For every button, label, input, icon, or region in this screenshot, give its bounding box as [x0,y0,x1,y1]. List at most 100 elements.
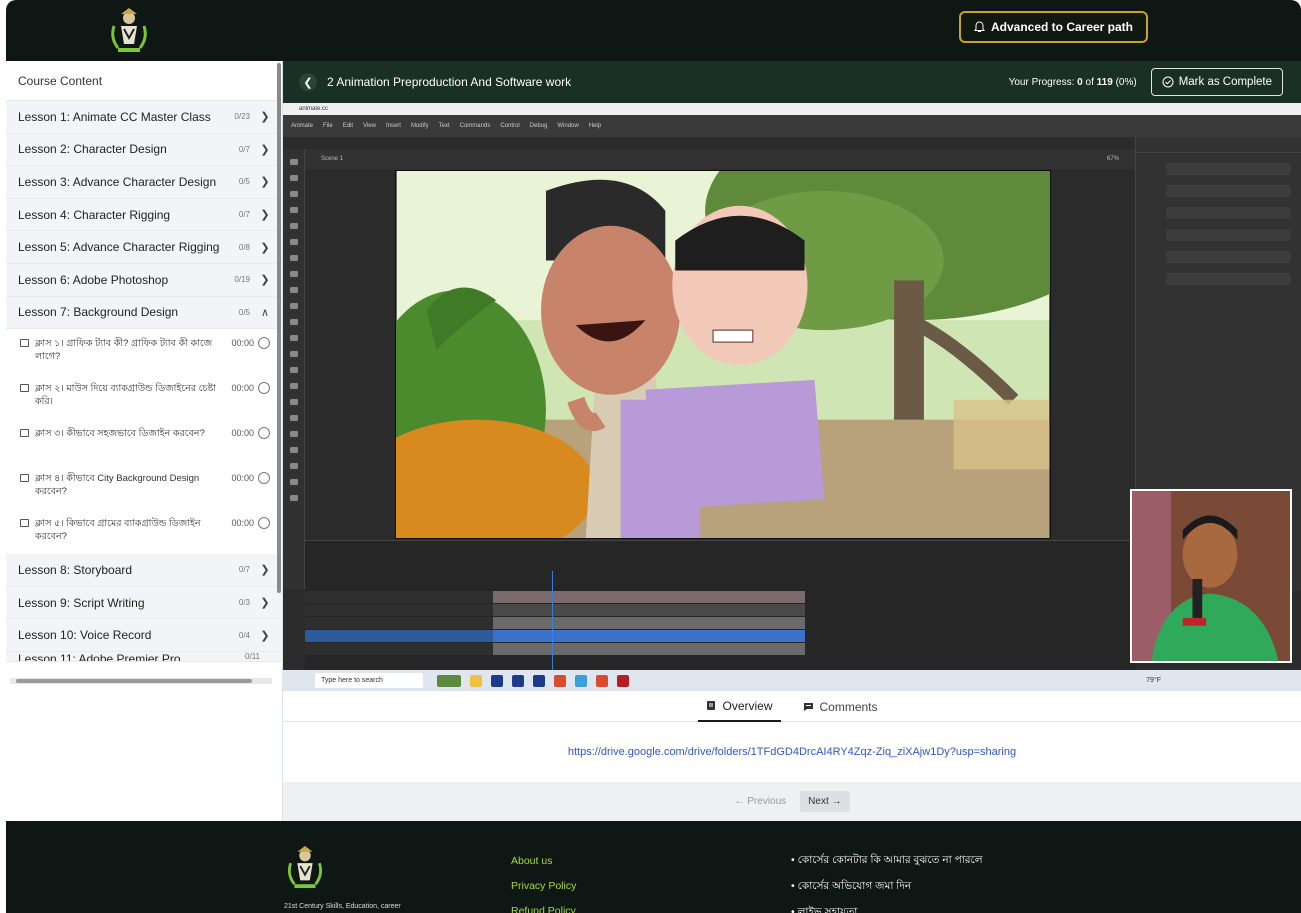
lesson-count: 0/4 [238,630,250,640]
top-header: Advanced to Career path [6,0,1301,61]
chevron-right-icon: ❯ [260,209,270,222]
recorded-scene-bar: Scene 1 67% [305,149,1135,169]
class-time: 00:00 [231,473,254,484]
lesson-item[interactable]: Lesson 2: Character Design 0/7 ❯ [6,133,282,167]
menu-item: File [323,123,333,129]
lesson-item[interactable]: Lesson 3: Advance Character Design 0/5 ❯ [6,166,282,199]
class-label: ক্লাস ১। গ্রাফিক ট্যাব কী? গ্রাফিক ট্যাব… [35,338,213,363]
lesson-label: Lesson 2: Character Design [18,142,167,157]
mark-complete-button[interactable]: Mark as Complete [1150,68,1283,96]
taskbar-search: Type here to search [315,673,423,688]
footer-link-privacy[interactable]: Privacy Policy [511,874,576,899]
lesson-label: Lesson 4: Character Rigging [18,207,171,222]
footer-support-item[interactable]: • কোর্সের কোনটার কি আমার বুঝতে না পারলে [791,847,983,873]
progress-percent: (0%) [1115,76,1137,88]
class-time: 00:00 [231,383,254,394]
class-item[interactable]: ক্লাস ৫। কিভাবে গ্রামের ব্যাকগ্রাউন্ড ডি… [6,509,282,555]
lesson-label: Lesson 9: Script Writing [18,595,145,610]
sidebar-scrollbar[interactable] [277,63,281,593]
chevron-right-icon: ❯ [260,176,270,189]
class-item[interactable]: ক্লাস ১। গ্রাফিক ট্যাব কী? গ্রাফিক ট্যাব… [6,329,282,375]
completion-checkbox[interactable] [258,337,270,350]
lesson-count: 0/3 [238,598,250,608]
lesson-item[interactable]: Lesson 11: Adobe Premier Pro 0/11 [6,651,282,662]
tab-overview[interactable]: Overview [698,691,781,722]
overview-content: https://drive.google.com/drive/folders/1… [283,722,1301,782]
content-tabs: Overview Comments [283,691,1301,722]
class-item[interactable]: ক্লাস ৩। কীভাবে সহজভাবে ডিজাইন করবেন? 00:… [6,419,282,465]
footer-link-about[interactable]: About us [511,849,576,874]
progress-text: Your Progress: 0 of 119 (0%) [1009,77,1137,88]
completion-checkbox[interactable] [258,517,270,530]
tab-comments-label: Comments [819,699,878,714]
footer-support-item[interactable]: • কোর্সের অভিযোগ জমা দিন [791,873,983,899]
taskbar-weather: 79°F [1146,677,1161,684]
lesson-item[interactable]: Lesson 10: Voice Record 0/4 ❯ [6,619,282,652]
bell-icon [974,21,985,32]
drive-link[interactable]: https://drive.google.com/drive/folders/1… [568,746,1016,758]
lesson-item[interactable]: Lesson 8: Storyboard 0/7 ❯ [6,554,282,587]
progress-done: 0 [1077,76,1083,88]
back-button[interactable]: ❮ [299,73,317,91]
chevron-right-icon: ❯ [260,274,270,287]
class-item[interactable]: ক্লাস ২। মাউস দিয়ে ব্যাকগ্রাউন্ড ডিজাইন… [6,374,282,420]
footer-tagline: 21st Century Skills, Education, career [284,903,401,910]
chevron-right-icon: ❯ [260,629,270,642]
completion-checkbox[interactable] [258,382,270,395]
course-sidebar: Course Content Lesson 1: Animate CC Mast… [6,61,283,821]
site-footer: 21st Century Skills, Education, career A… [6,821,1301,913]
instructor-webcam-image [1130,489,1292,663]
footer-logo[interactable] [283,841,327,893]
menu-item: Help [588,123,602,129]
chevron-right-icon: ❯ [260,111,270,124]
lesson-label: Lesson 7: Background Design [18,305,179,320]
lesson-item[interactable]: Lesson 4: Character Rigging 0/7 ❯ [6,198,282,232]
lesson-count: 0/19 [234,275,250,285]
class-time: 00:00 [231,518,254,529]
completion-checkbox[interactable] [258,472,270,485]
video-icon [20,429,29,438]
class-label: ক্লাস ২। মাউস দিয়ে ব্যাকগ্রাউন্ড ডিজাইন… [35,383,217,408]
lesson-count: 0/7 [238,144,250,154]
horizontal-scrollbar[interactable] [10,678,272,684]
lesson-count: 0/5 [238,177,250,187]
tab-comments[interactable]: Comments [795,691,886,722]
lesson-label: Lesson 10: Voice Record [18,628,152,643]
menu-item: Window [557,123,579,129]
class-label: ক্লাস ৩। কীভাবে সহজভাবে ডিজাইন করবেন? [35,428,205,440]
academy-logo[interactable] [106,4,152,56]
lesson-navigation: ← Previous Next → [283,782,1301,821]
lesson-label: Lesson 11: Adobe Premier Pro [18,651,181,662]
lesson-item[interactable]: Lesson 9: Script Writing 0/3 ❯ [6,586,282,620]
lesson-count: 0/11 [245,651,260,661]
lesson-label: Lesson 5: Advance Character Rigging [18,240,220,255]
recorded-url-bar: animate.cc [283,103,1301,115]
menu-item: Debug [529,123,548,129]
footer-support-links: • কোর্সের কোনটার কি আমার বুঝতে না পারলে … [791,847,983,913]
lesson-item[interactable]: Lesson 5: Advance Character Rigging 0/8 ❯ [6,231,282,264]
lesson-item[interactable]: Lesson 6: Adobe Photoshop 0/19 ❯ [6,263,282,297]
lesson-label: Lesson 3: Advance Character Design [18,174,217,189]
next-button[interactable]: Next → [800,791,850,812]
class-time: 00:00 [231,338,254,349]
lesson-item-expanded[interactable]: Lesson 7: Background Design 0/5 ∧ [6,296,282,330]
class-label: ক্লাস ৪। কীভাবে City Background Design ক… [35,473,200,498]
footer-links: About us Privacy Policy Refund Policy [511,849,576,913]
menu-item: Edit [342,123,354,129]
check-circle-icon [1162,76,1174,88]
lesson-count: 0/8 [238,242,250,252]
previous-button[interactable]: ← Previous [734,796,786,807]
lesson-item[interactable]: Lesson 1: Animate CC Master Class 0/23 ❯ [6,101,282,134]
career-path-button[interactable]: Advanced to Career path [959,11,1148,43]
footer-support-item[interactable]: • লাইভ সহায়তা [791,899,983,913]
lesson-label: Lesson 6: Adobe Photoshop [18,272,169,287]
lesson-label: Lesson 8: Storyboard [18,562,133,577]
footer-link-refund[interactable]: Refund Policy [511,899,576,913]
chevron-left-icon: ❮ [303,76,313,89]
animation-stage-image [395,170,1051,539]
progress-total: 119 [1096,76,1113,88]
lesson-label: Lesson 1: Animate CC Master Class [18,109,211,124]
class-item[interactable]: ক্লাস ৪। কীভাবে City Background Design ক… [6,464,282,510]
video-icon [20,384,29,393]
completion-checkbox[interactable] [258,427,270,440]
